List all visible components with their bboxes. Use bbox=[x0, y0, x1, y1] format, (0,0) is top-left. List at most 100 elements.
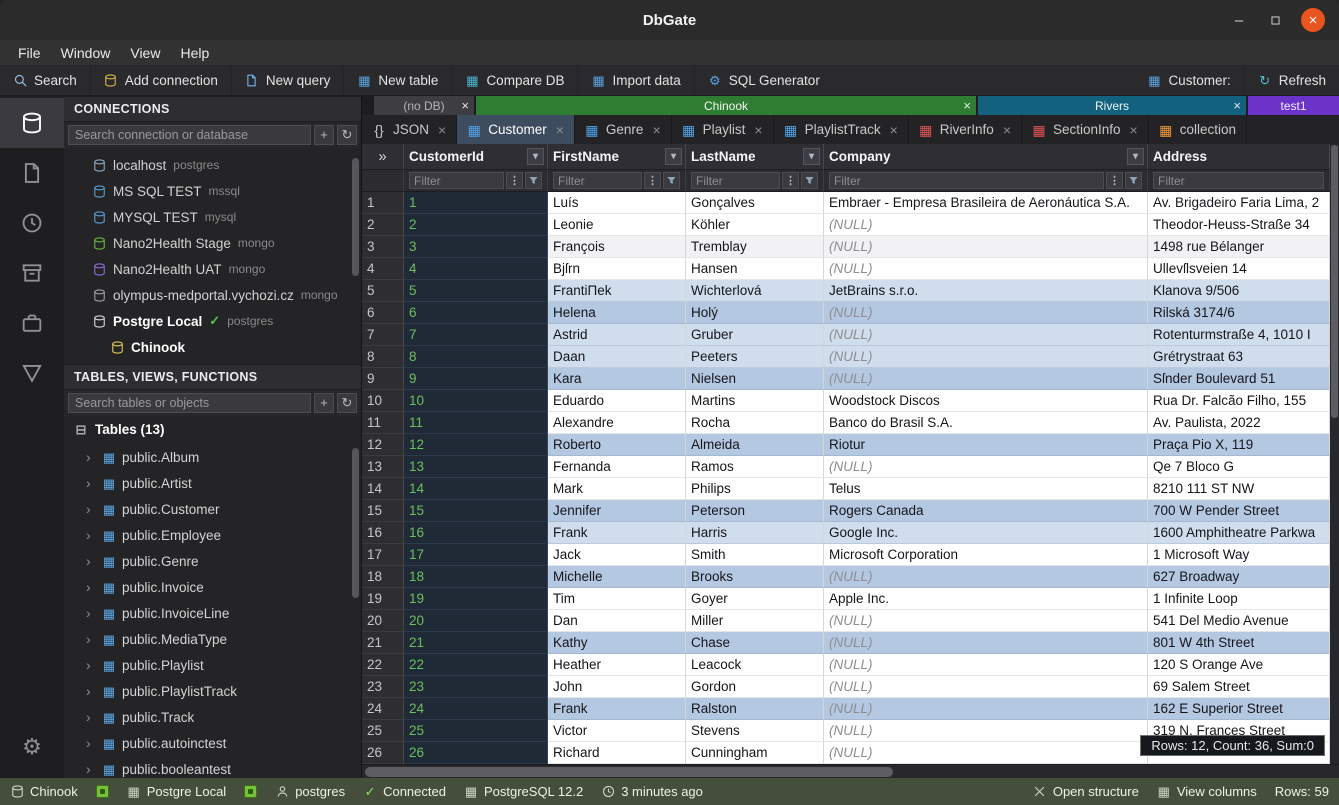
connection-item[interactable]: MYSQL TESTmysql bbox=[64, 204, 361, 230]
cell-customerid[interactable]: 4 bbox=[404, 258, 548, 280]
filter-funnel-button[interactable] bbox=[801, 172, 818, 189]
cell-address[interactable]: 801 W 4th Street bbox=[1148, 632, 1330, 654]
cell-company[interactable]: (NULL) bbox=[824, 236, 1148, 258]
cell-customerid[interactable]: 25 bbox=[404, 720, 548, 742]
row-number[interactable]: 19 bbox=[362, 588, 404, 610]
filter-funnel-button[interactable] bbox=[663, 172, 680, 189]
refresh-tables-button[interactable]: ↻ bbox=[337, 393, 357, 413]
row-number[interactable]: 24 bbox=[362, 698, 404, 720]
row-number[interactable]: 13 bbox=[362, 456, 404, 478]
cell-company[interactable]: Rogers Canada bbox=[824, 500, 1148, 522]
column-menu-icon[interactable]: ▾ bbox=[1127, 148, 1144, 165]
filter-menu-button[interactable]: ⋮ bbox=[782, 172, 799, 189]
row-number[interactable]: 14 bbox=[362, 478, 404, 500]
close-icon[interactable]: × bbox=[890, 122, 898, 138]
cell-last[interactable]: Wichterlová bbox=[686, 280, 824, 302]
table-item-public-employee[interactable]: ›▦public.Employee bbox=[64, 522, 361, 548]
cell-first[interactable]: Astrid bbox=[548, 324, 686, 346]
toolbar-refresh-button[interactable]: ↻Refresh bbox=[1245, 66, 1339, 95]
chevron-right-icon[interactable]: › bbox=[86, 631, 96, 647]
connection-item[interactable]: MS SQL TESTmssql bbox=[64, 178, 361, 204]
column-header-company[interactable]: Company▾ bbox=[824, 144, 1148, 170]
row-number[interactable]: 9 bbox=[362, 368, 404, 390]
cell-first[interactable]: Leonie bbox=[548, 214, 686, 236]
cell-company[interactable]: Google Inc. bbox=[824, 522, 1148, 544]
cell-address[interactable]: 1 Microsoft Way bbox=[1148, 544, 1330, 566]
menu-file[interactable]: File bbox=[8, 40, 51, 65]
add-connection-small-button[interactable]: + bbox=[314, 125, 334, 145]
cell-company[interactable]: Telus bbox=[824, 478, 1148, 500]
cell-address[interactable]: 1600 Amphitheatre Parkwa bbox=[1148, 522, 1330, 544]
column-header-firstname[interactable]: FirstName▾ bbox=[548, 144, 686, 170]
cell-last[interactable]: Harris bbox=[686, 522, 824, 544]
tables-scrollbar-thumb[interactable] bbox=[352, 448, 359, 598]
chevron-right-icon[interactable]: › bbox=[86, 657, 96, 673]
cell-address[interactable]: 541 Del Medio Avenue bbox=[1148, 610, 1330, 632]
close-icon[interactable]: × bbox=[754, 122, 762, 138]
toolbar-add-connection-button[interactable]: Add connection bbox=[91, 66, 232, 95]
close-icon[interactable]: × bbox=[963, 98, 971, 113]
collapse-icon[interactable]: ⊟ bbox=[74, 422, 88, 436]
chevron-right-icon[interactable]: › bbox=[86, 527, 96, 543]
close-icon[interactable]: × bbox=[461, 98, 469, 113]
cell-last[interactable]: Peeters bbox=[686, 346, 824, 368]
table-item-public-autoinctest[interactable]: ›▦public.autoinctest bbox=[64, 730, 361, 756]
cell-first[interactable]: Jennifer bbox=[548, 500, 686, 522]
table-item-public-playlist[interactable]: ›▦public.Playlist bbox=[64, 652, 361, 678]
horizontal-scrollbar[interactable] bbox=[362, 764, 1339, 778]
cell-first[interactable]: Victor bbox=[548, 720, 686, 742]
chevron-right-icon[interactable]: › bbox=[86, 475, 96, 491]
cell-last[interactable]: Ramos bbox=[686, 456, 824, 478]
cell-customerid[interactable]: 1 bbox=[404, 192, 548, 214]
cell-company[interactable]: (NULL) bbox=[824, 632, 1148, 654]
cell-customerid[interactable]: 7 bbox=[404, 324, 548, 346]
cell-customerid[interactable]: 9 bbox=[404, 368, 548, 390]
connections-search-input[interactable] bbox=[68, 125, 311, 145]
menu-window[interactable]: Window bbox=[51, 40, 121, 65]
tab-riverinfo[interactable]: ▦RiverInfo× bbox=[909, 115, 1022, 144]
row-number[interactable]: 17 bbox=[362, 544, 404, 566]
table-item-public-customer[interactable]: ›▦public.Customer bbox=[64, 496, 361, 522]
cell-first[interactable]: Daan bbox=[548, 346, 686, 368]
cell-first[interactable]: FrantiΠek bbox=[548, 280, 686, 302]
menu-help[interactable]: Help bbox=[170, 40, 219, 65]
cell-first[interactable]: Frank bbox=[548, 698, 686, 720]
close-icon[interactable]: × bbox=[652, 122, 660, 138]
table-item-public-genre[interactable]: ›▦public.Genre bbox=[64, 548, 361, 574]
row-number[interactable]: 5 bbox=[362, 280, 404, 302]
cell-first[interactable]: Michelle bbox=[548, 566, 686, 588]
cell-first[interactable]: Roberto bbox=[548, 434, 686, 456]
row-number[interactable]: 15 bbox=[362, 500, 404, 522]
table-item-public-artist[interactable]: ›▦public.Artist bbox=[64, 470, 361, 496]
toolbar-search-button[interactable]: Search bbox=[0, 66, 91, 95]
row-number[interactable]: 4 bbox=[362, 258, 404, 280]
tab-playlist[interactable]: ▦Playlist× bbox=[672, 115, 774, 144]
cell-customerid[interactable]: 5 bbox=[404, 280, 548, 302]
tab-group-rivers[interactable]: Rivers× bbox=[978, 96, 1246, 115]
cell-first[interactable]: Richard bbox=[548, 742, 686, 764]
expand-all-header[interactable]: » bbox=[362, 144, 404, 170]
tab-group-chinook[interactable]: Chinook× bbox=[476, 96, 976, 115]
tab-json[interactable]: {}JSON× bbox=[362, 115, 457, 144]
cell-customerid[interactable]: 13 bbox=[404, 456, 548, 478]
cell-address[interactable]: 162 E Superior Street bbox=[1148, 698, 1330, 720]
cell-customerid[interactable]: 17 bbox=[404, 544, 548, 566]
toolbar-new-query-button[interactable]: New query bbox=[232, 66, 345, 95]
row-number[interactable]: 11 bbox=[362, 412, 404, 434]
nav-settings[interactable]: ⚙ bbox=[0, 722, 64, 772]
cell-company[interactable]: Banco do Brasil S.A. bbox=[824, 412, 1148, 434]
cell-company[interactable]: (NULL) bbox=[824, 214, 1148, 236]
cell-last[interactable]: Gordon bbox=[686, 676, 824, 698]
row-number[interactable]: 3 bbox=[362, 236, 404, 258]
cell-company[interactable]: (NULL) bbox=[824, 346, 1148, 368]
nav-macros[interactable] bbox=[0, 348, 64, 398]
cell-company[interactable]: (NULL) bbox=[824, 742, 1148, 764]
cell-customerid[interactable]: 22 bbox=[404, 654, 548, 676]
connections-scrollbar-thumb[interactable] bbox=[352, 158, 359, 276]
cell-last[interactable]: Holý bbox=[686, 302, 824, 324]
cell-address[interactable]: Grétrystraat 63 bbox=[1148, 346, 1330, 368]
cell-customerid[interactable]: 24 bbox=[404, 698, 548, 720]
cell-address[interactable]: Rotenturmstraße 4, 1010 I bbox=[1148, 324, 1330, 346]
nav-files[interactable] bbox=[0, 148, 64, 198]
row-number[interactable]: 25 bbox=[362, 720, 404, 742]
